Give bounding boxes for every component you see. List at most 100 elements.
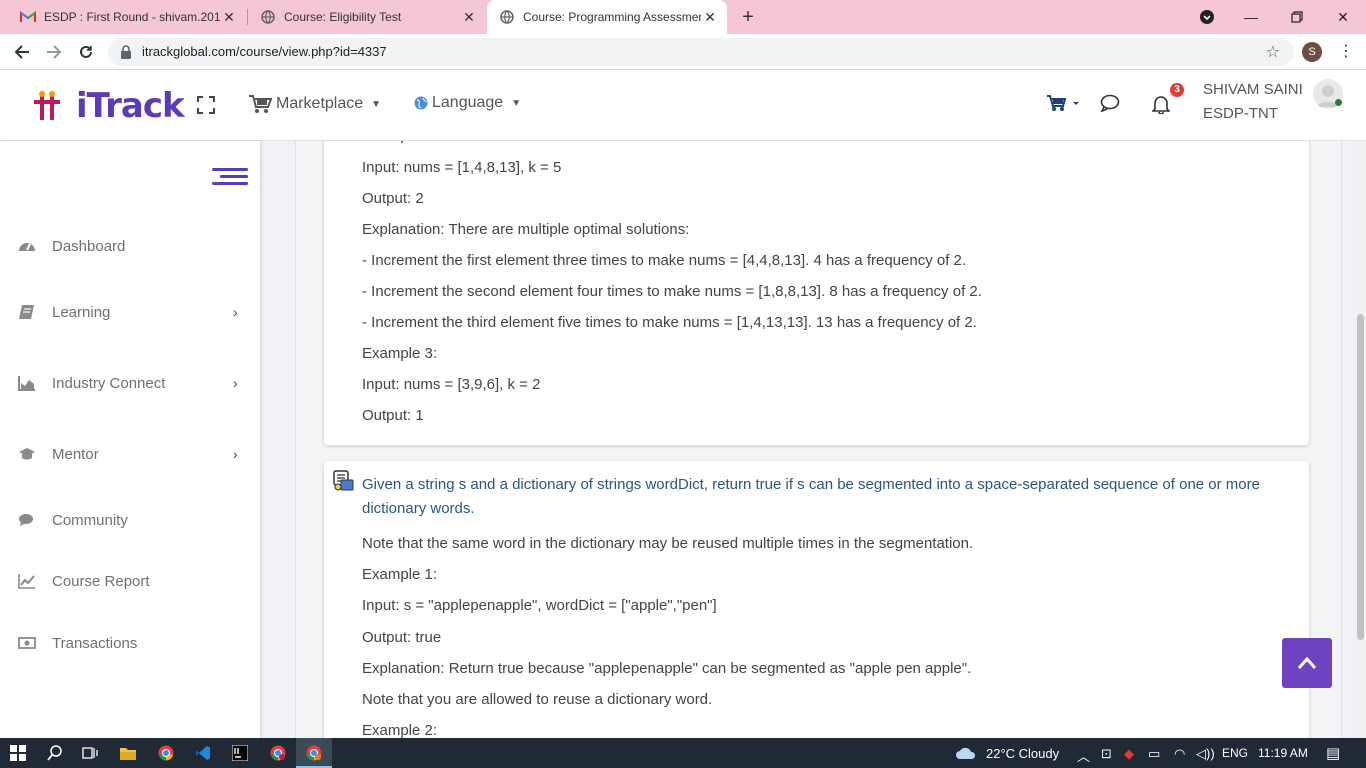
online-status-dot	[1335, 99, 1342, 106]
close-window-button[interactable]: ✕	[1320, 0, 1366, 34]
question-type-icon	[333, 470, 354, 491]
marketplace-menu[interactable]: Marketplace ▼	[248, 94, 381, 114]
question-text-line: Example 1:	[362, 566, 438, 583]
back-arrow-icon[interactable]	[10, 40, 34, 64]
tab-title: Course: Programming Assessmen	[523, 10, 701, 24]
windows-taskbar: 22°C Cloudy ︿ ⊡ ◆ ▭ ◠ ◁)) ENG 11:19 AM ▤	[0, 738, 1366, 768]
browser-menu-icon[interactable]: ⋮	[1338, 42, 1354, 62]
close-tab-icon[interactable]: ✕	[460, 9, 478, 26]
sidebar-item-mentor[interactable]: Mentor ›	[0, 439, 260, 469]
volume-icon[interactable]: ◁))	[1196, 746, 1215, 762]
chrome-active-icon[interactable]	[304, 743, 324, 763]
reload-icon[interactable]	[74, 40, 98, 64]
line-chart-icon	[18, 574, 35, 589]
sidebar-item-label: Course Report	[52, 572, 150, 590]
question-text-line: Explanation: There are multiple optimal …	[362, 221, 690, 238]
sidebar: Dashboard Learning › Industry Connect › …	[0, 141, 260, 738]
minimize-button[interactable]: —	[1228, 0, 1274, 34]
question-text-line: Note that the same word in the dictionar…	[362, 535, 974, 552]
browser-tab-programming[interactable]: Course: Programming Assessmen ✕	[487, 0, 727, 34]
graduation-cap-icon	[19, 448, 35, 460]
caret-down-icon: ▼	[511, 97, 522, 109]
sidebar-item-label: Dashboard	[52, 237, 126, 255]
question-text-line: Input: s = "applepenapple", wordDict = […	[362, 597, 717, 614]
cart-dropdown[interactable]	[1046, 94, 1080, 117]
sidebar-item-label: Learning	[52, 303, 111, 321]
new-tab-button[interactable]: +	[737, 4, 759, 30]
question-text-line: Note that you are allowed to reuse a dic…	[362, 691, 713, 708]
language-label: Language	[432, 94, 504, 111]
sidebar-item-transactions[interactable]: Transactions	[0, 628, 260, 658]
intellij-icon[interactable]	[230, 743, 250, 763]
browser-tab-gmail[interactable]: ESDP : First Round - shivam.2019 ✕	[8, 0, 246, 34]
chart-icon	[18, 376, 35, 391]
search-icon[interactable]	[45, 743, 65, 763]
fullscreen-icon[interactable]	[197, 96, 215, 114]
comments-icon	[19, 514, 33, 526]
address-bar[interactable]: itrackglobal.com/course/view.php?id=4337…	[108, 38, 1294, 66]
sidebar-toggle-icon[interactable]	[212, 168, 248, 186]
user-role: ESDP-TNT	[1203, 105, 1278, 122]
battery-icon[interactable]: ▭	[1148, 746, 1160, 762]
shopping-cart-icon	[1047, 95, 1079, 111]
vscode-icon[interactable]	[193, 743, 213, 763]
chevron-up-icon	[1297, 656, 1317, 669]
chevron-right-icon: ›	[233, 375, 238, 391]
question-text-line: Output: 1	[362, 407, 424, 424]
close-tab-icon[interactable]: ✕	[220, 9, 238, 26]
page-scrollbar[interactable]	[1354, 141, 1366, 738]
caret-down-icon: ▼	[371, 98, 382, 110]
lock-icon	[121, 45, 131, 59]
question-text-line: Explanation: Return true because "applep…	[362, 660, 972, 677]
language-menu[interactable]: Language ▼	[414, 94, 521, 112]
question-text-line: - Increment the first element three time…	[362, 252, 967, 269]
chevron-right-icon: ›	[233, 446, 238, 462]
user-name[interactable]: SHIVAM SAINI	[1203, 81, 1303, 98]
question-text-line: - Increment the second element four time…	[362, 283, 982, 300]
url-text: itrackglobal.com/course/view.php?id=4337	[142, 44, 387, 59]
clock-time[interactable]: 11:19 AM	[1258, 746, 1308, 760]
logo-mark-icon	[34, 91, 60, 120]
globe-icon	[414, 96, 428, 110]
weather-text[interactable]: 22°C Cloudy	[986, 746, 1059, 761]
tray-expand-icon[interactable]: ︿	[1077, 746, 1090, 765]
chat-bubble-icon[interactable]	[1100, 94, 1120, 112]
close-tab-icon[interactable]: ✕	[701, 9, 719, 26]
logo-text: iTrack	[76, 86, 185, 126]
tab-title: ESDP : First Round - shivam.2019	[44, 10, 220, 24]
forward-arrow-icon[interactable]	[42, 40, 66, 64]
file-explorer-icon[interactable]	[118, 743, 138, 763]
sidebar-item-learning[interactable]: Learning ›	[0, 297, 260, 327]
cloud-icon	[956, 747, 976, 759]
sidebar-item-industry-connect[interactable]: Industry Connect ›	[0, 368, 260, 398]
meet-now-icon[interactable]: ⊡	[1101, 746, 1112, 762]
marketplace-label: Marketplace	[276, 95, 364, 112]
profile-avatar[interactable]: S	[1302, 42, 1322, 62]
sidebar-item-community[interactable]: Community	[0, 505, 260, 535]
antivirus-icon[interactable]: ◆	[1124, 746, 1134, 762]
question-text-line: Input: nums = [3,9,6], k = 2	[362, 376, 541, 393]
tab-search-icon[interactable]	[1184, 0, 1230, 34]
chrome-icon[interactable]	[156, 743, 176, 763]
notification-bell-icon[interactable]	[1152, 94, 1170, 114]
scroll-to-top-button[interactable]	[1282, 638, 1332, 688]
sidebar-item-course-report[interactable]: Course Report	[0, 566, 260, 596]
globe-icon	[260, 9, 276, 25]
chrome-profile-icon[interactable]	[268, 743, 288, 763]
sidebar-item-label: Community	[52, 511, 128, 529]
browser-tab-strip: ESDP : First Round - shivam.2019 ✕ Cours…	[0, 0, 1366, 34]
notification-center-icon[interactable]: ▤	[1326, 744, 1340, 762]
browser-tab-eligibility[interactable]: Course: Eligibility Test ✕	[248, 0, 486, 34]
question-text-line: - Increment the third element five times…	[362, 314, 977, 331]
sidebar-item-label: Transactions	[52, 634, 138, 652]
question-text-line: Example 3:	[362, 345, 438, 362]
scrollbar-thumb[interactable]	[1357, 314, 1364, 640]
itrack-logo[interactable]: iTrack	[32, 86, 185, 126]
windows-start-icon[interactable]	[8, 743, 28, 763]
wifi-icon[interactable]: ◠	[1174, 746, 1185, 762]
language-indicator[interactable]: ENG	[1222, 746, 1248, 760]
bookmark-star-icon[interactable]: ☆	[1266, 42, 1280, 62]
restore-button[interactable]	[1274, 0, 1320, 34]
sidebar-item-dashboard[interactable]: Dashboard	[0, 231, 260, 261]
task-view-icon[interactable]	[80, 743, 100, 763]
